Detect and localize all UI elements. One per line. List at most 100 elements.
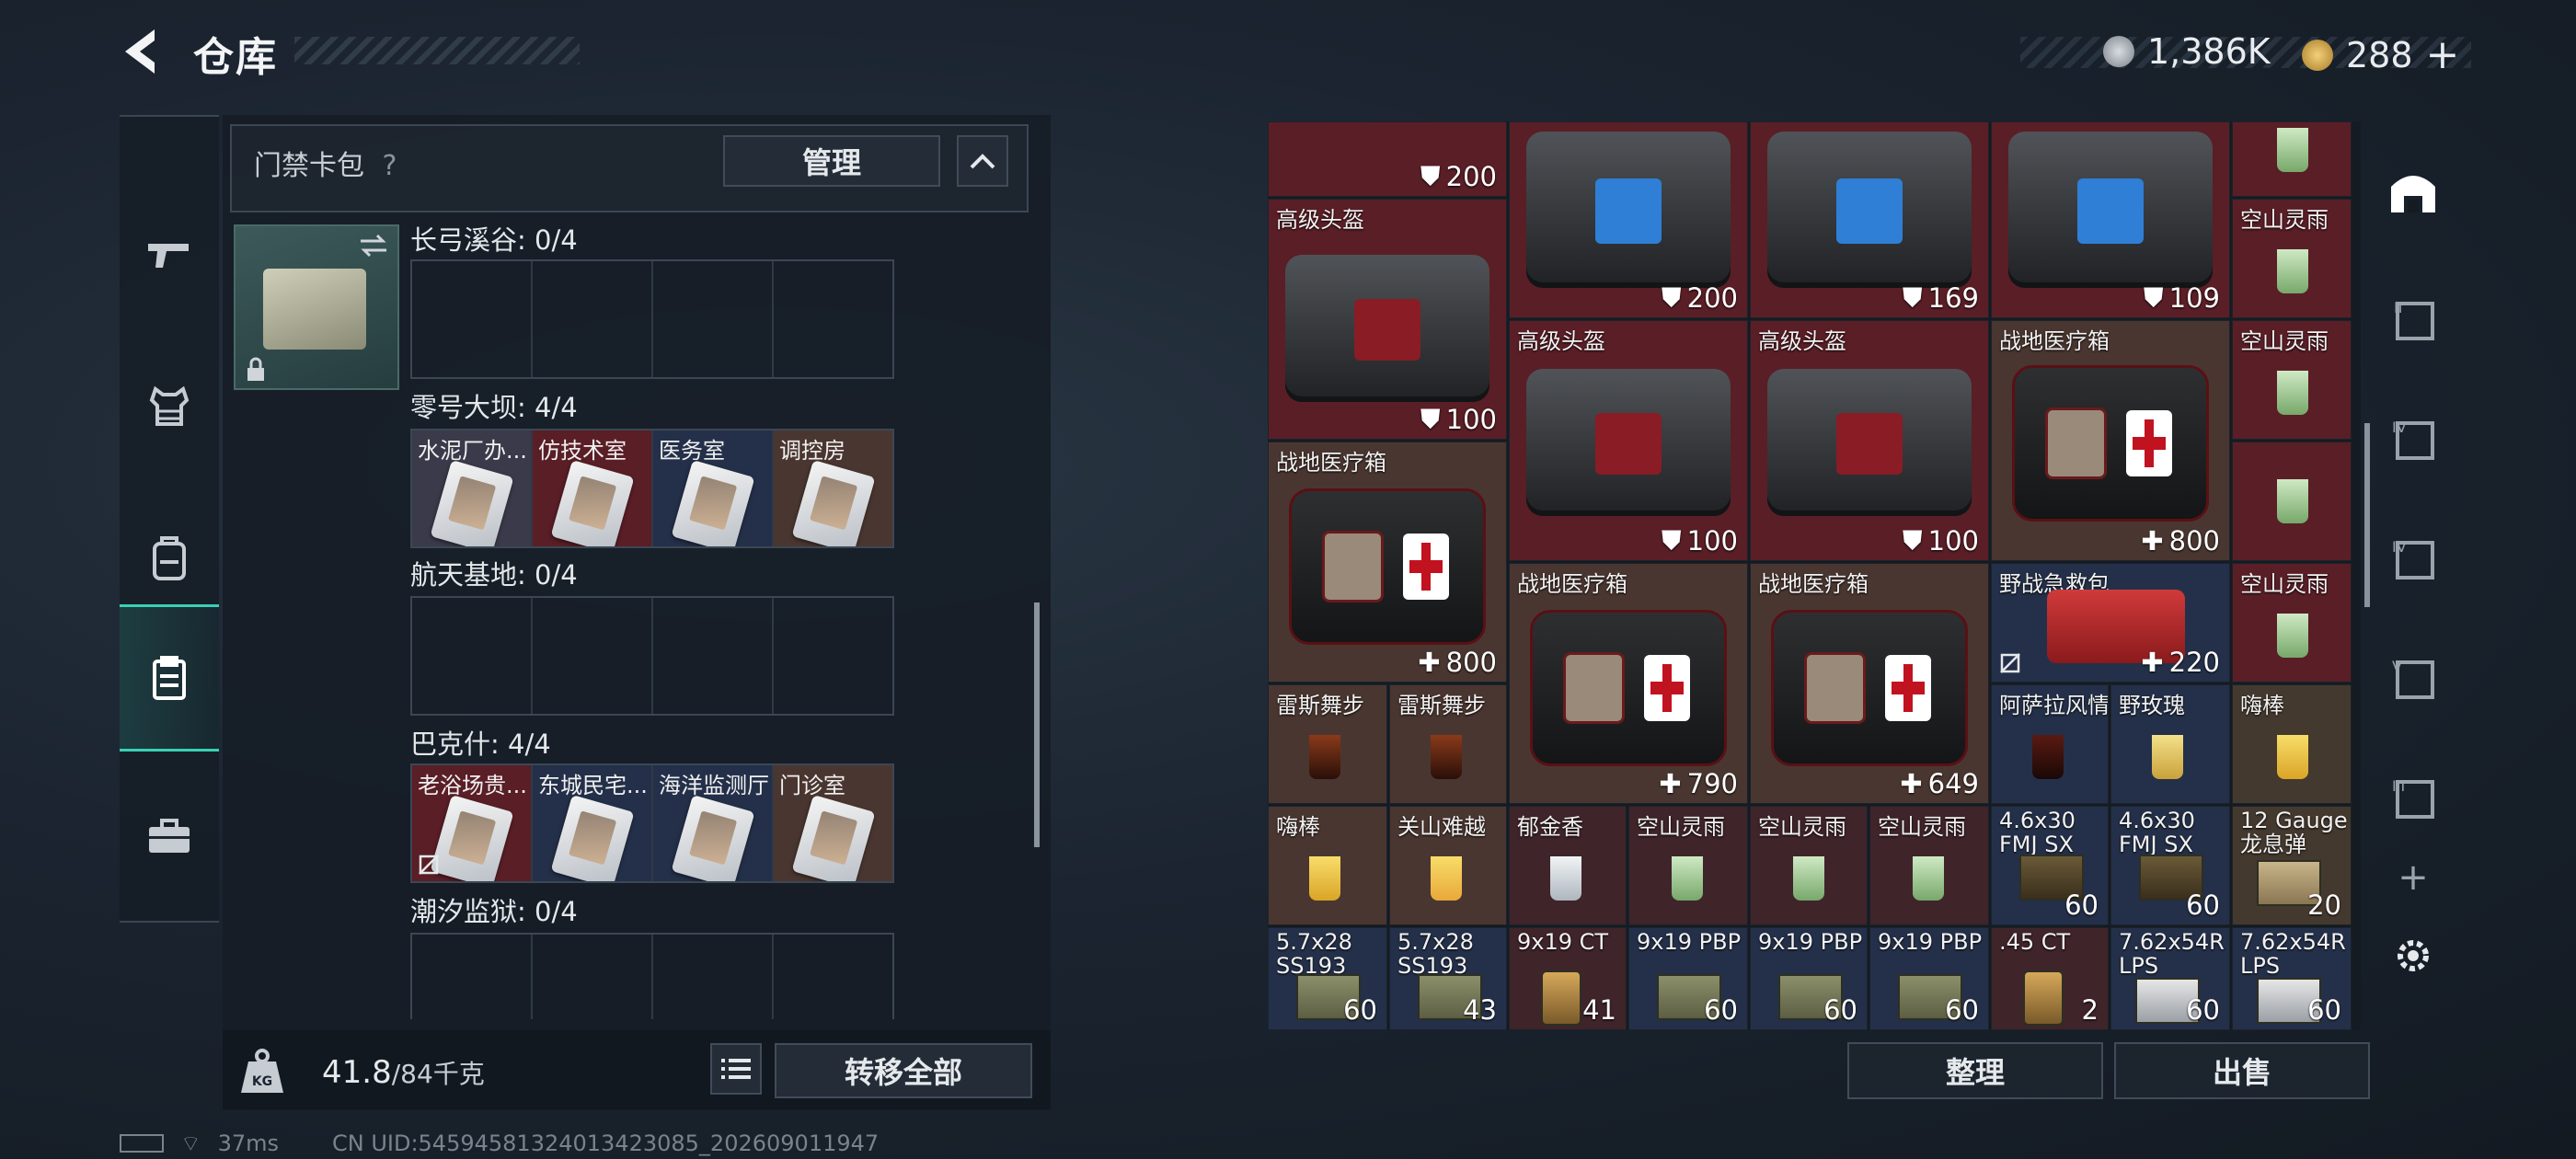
- drink-icon: [2032, 735, 2064, 779]
- tab-home-base[interactable]: [2370, 131, 2456, 250]
- keycard-slot[interactable]: 海洋监测厅: [653, 765, 774, 881]
- inventory-item-ammo[interactable]: 5.7x28 SS193 60: [1268, 927, 1387, 1030]
- sell-button[interactable]: 出售: [2114, 1042, 2370, 1099]
- inventory-item-ammo[interactable]: 12 Gauge 龙息弹 20: [2232, 806, 2352, 925]
- inventory-item-drink[interactable]: 空山灵雨: [2232, 320, 2352, 440]
- drink-icon: [1550, 856, 1581, 901]
- armor-value: ⛊ 100: [1903, 524, 1979, 557]
- help-icon[interactable]: ?: [383, 150, 397, 182]
- item-name: 雷斯舞步: [1276, 693, 1364, 718]
- sort-button[interactable]: 整理: [1847, 1042, 2103, 1099]
- list-view-button[interactable]: [710, 1043, 762, 1095]
- empty-slot[interactable]: [412, 598, 533, 714]
- item-name: 9x19 PBP: [1878, 929, 1983, 955]
- inventory-item-drink[interactable]: 野玫瑰: [2110, 684, 2230, 804]
- heal-value-text: 649: [1927, 768, 1979, 799]
- inventory-item-medkit[interactable]: 战地医疗箱 ✚ 649: [1750, 563, 1989, 804]
- inventory-item-helmet[interactable]: ⛊ 109: [1991, 121, 2230, 318]
- empty-slot[interactable]: [774, 261, 892, 377]
- inventory-item-first-aid[interactable]: 野战急救包 ✚ 220: [1991, 563, 2230, 683]
- tab-tier-5[interactable]: V: [2370, 618, 2456, 738]
- tab-tier-2[interactable]: II: [2370, 259, 2456, 379]
- inventory-item-helmet[interactable]: 高级头盔 ⛊ 100: [1509, 320, 1748, 561]
- keycard-slot[interactable]: 调控房: [774, 430, 892, 546]
- inventory-item-helmet[interactable]: ⛊ 200: [1509, 121, 1748, 318]
- drink-icon: [1431, 735, 1462, 779]
- nav-keycards[interactable]: [120, 604, 219, 752]
- inventory-item-drink[interactable]: 嗨棒: [2232, 684, 2352, 804]
- transfer-all-button[interactable]: 转移全部: [775, 1043, 1032, 1098]
- inventory-item-medkit[interactable]: 战地医疗箱 ✚ 800: [1991, 320, 2230, 561]
- nav-armor[interactable]: [120, 333, 219, 480]
- keycard-slot[interactable]: 仿技术室: [533, 430, 653, 546]
- back-button[interactable]: [118, 26, 162, 77]
- collapse-button[interactable]: [957, 135, 1008, 187]
- inventory-item-helmet[interactable]: ⛊ 169: [1750, 121, 1989, 318]
- empty-slot[interactable]: [533, 261, 653, 377]
- armor-value: ⛊ 100: [1420, 403, 1497, 435]
- inventory-item-drink[interactable]: 空山灵雨: [2232, 199, 2352, 318]
- heal-value-text: 790: [1686, 768, 1738, 799]
- inventory-item-helmet[interactable]: 高级头盔 ⛊ 100: [1268, 199, 1507, 440]
- armor-value: ⛊ 109: [2144, 281, 2220, 314]
- inventory-item-helmet[interactable]: 高级头盔 ⛊ 100: [1750, 320, 1989, 561]
- inventory-item-drink[interactable]: [2232, 442, 2352, 561]
- manage-button[interactable]: 管理: [723, 135, 940, 187]
- inventory-item-drink[interactable]: 空山灵雨: [1869, 806, 1989, 925]
- inventory-item-drink[interactable]: 空山灵雨: [1750, 806, 1868, 925]
- inventory-item-ammo[interactable]: 9x19 PBP 60: [1628, 927, 1748, 1030]
- keycard-slot[interactable]: 水泥厂办...: [412, 430, 533, 546]
- ammo-count: 20: [2307, 889, 2341, 921]
- inventory-item-ammo[interactable]: 4.6x30 FMJ SX 60: [1991, 806, 2109, 925]
- keycard-slot[interactable]: 门诊室: [774, 765, 892, 881]
- inventory-item-drink[interactable]: 空山灵雨: [2232, 563, 2352, 683]
- ammo-count: 41: [1582, 994, 1616, 1026]
- empty-slot[interactable]: [774, 935, 892, 1019]
- inventory-item-drink[interactable]: 空山灵雨: [1628, 806, 1748, 925]
- settings-button[interactable]: [2370, 914, 2456, 997]
- empty-slot[interactable]: [653, 261, 774, 377]
- empty-slot[interactable]: [533, 598, 653, 714]
- svg-text:IV: IV: [2392, 538, 2407, 556]
- inventory-item-ammo[interactable]: 5.7x28 SS193 43: [1389, 927, 1507, 1030]
- add-gold-button[interactable]: +: [2426, 31, 2460, 78]
- keycard-slot[interactable]: 东城民宅...: [533, 765, 653, 881]
- empty-slot[interactable]: [653, 598, 774, 714]
- inventory-item-ammo[interactable]: 7.62x54R LPS 60: [2110, 927, 2230, 1030]
- keycard-slot[interactable]: 老浴场贵...: [412, 765, 533, 881]
- inventory-item-medkit[interactable]: 战地医疗箱 ✚ 800: [1268, 442, 1507, 683]
- keycard-pack-title: 门禁卡包 ?: [254, 143, 397, 183]
- tab-tier-4[interactable]: IV: [2370, 379, 2456, 499]
- inventory-item-ammo[interactable]: .45 CT 2: [1991, 927, 2109, 1030]
- empty-slot[interactable]: [653, 935, 774, 1019]
- inventory-item-medkit[interactable]: 战地医疗箱 ✚ 790: [1509, 563, 1748, 804]
- inventory-item-drink[interactable]: 阿萨拉风情: [1991, 684, 2109, 804]
- inventory-item-ammo[interactable]: 9x19 PBP 60: [1750, 927, 1868, 1030]
- weight-max: /84千克: [391, 1059, 485, 1089]
- region-slots-dam: 水泥厂办... 仿技术室 医务室 调控房: [410, 429, 894, 548]
- add-storage-button[interactable]: +: [2370, 841, 2456, 914]
- inventory-item-ammo[interactable]: 9x19 PBP 60: [1869, 927, 1989, 1030]
- inventory-item-ammo[interactable]: 4.6x30 FMJ SX 60: [2110, 806, 2230, 925]
- empty-slot[interactable]: [412, 261, 533, 377]
- inventory-item-helmet[interactable]: ⛊ 200: [1268, 121, 1507, 197]
- inventory-item-ammo[interactable]: 7.62x54R LPS 60: [2232, 927, 2352, 1030]
- empty-slot[interactable]: [412, 935, 533, 1019]
- keycard-slot[interactable]: 医务室: [653, 430, 774, 546]
- nav-weapons[interactable]: [120, 181, 219, 328]
- inventory-item-drink[interactable]: 关山难越: [1389, 806, 1507, 925]
- inventory-item-drink[interactable]: 雷斯舞步: [1389, 684, 1507, 804]
- keycard-pack-thumbnail[interactable]: [234, 224, 399, 390]
- empty-slot[interactable]: [533, 935, 653, 1019]
- inventory-item-drink[interactable]: 嗨棒: [1268, 806, 1387, 925]
- inventory-item-ammo[interactable]: 9x19 CT 41: [1509, 927, 1627, 1030]
- nav-briefcase[interactable]: [120, 763, 219, 910]
- empty-slot[interactable]: [774, 598, 892, 714]
- tab-tier-4b[interactable]: IV: [2370, 499, 2456, 618]
- tab-tier-3[interactable]: III: [2370, 738, 2456, 857]
- inventory-item-drink[interactable]: 雷斯舞步: [1268, 684, 1387, 804]
- inventory-item-drink[interactable]: [2232, 121, 2352, 197]
- keycard-panel-scrollbar[interactable]: [1034, 602, 1040, 847]
- inventory-item-drink[interactable]: 郁金香: [1509, 806, 1627, 925]
- drink-icon: [1309, 735, 1340, 779]
